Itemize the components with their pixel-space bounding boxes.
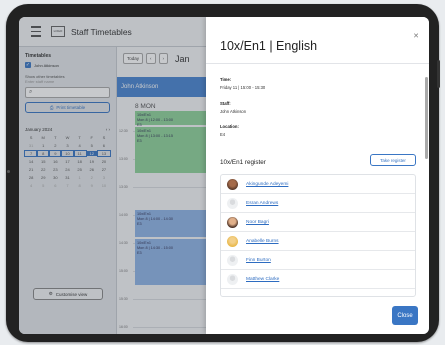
student-name-link[interactable]: Matthew Clarke: [246, 277, 279, 282]
student-row[interactable]: Finn Burton: [221, 251, 415, 270]
close-icon[interactable]: ✕: [413, 32, 419, 40]
screen: LOGO Staff Timetables Timetables ✓ John …: [19, 17, 429, 334]
avatar-placeholder-icon: [227, 197, 238, 209]
camera-dot: [7, 170, 10, 173]
time-value: Friday 11 | 15:00 - 15:30: [220, 85, 266, 90]
student-row[interactable]: Akingunde Adeyemi: [221, 175, 415, 194]
tablet-frame: LOGO Staff Timetables Timetables ✓ John …: [6, 4, 439, 342]
student-name-link[interactable]: Noor Bagri: [246, 220, 269, 225]
student-row[interactable]: Anabelle Burns: [221, 232, 415, 251]
lesson-detail-panel: 10x/En1 | English ✕ Time: Friday 11 | 15…: [206, 17, 429, 334]
scrollbar[interactable]: [425, 77, 428, 159]
time-info: Time: Friday 11 | 15:00 - 15:30: [220, 77, 265, 90]
take-register-button[interactable]: Take register: [370, 154, 416, 166]
time-label: Time:: [220, 77, 232, 82]
student-photo: [227, 235, 238, 247]
avatar-placeholder-icon: [227, 254, 238, 266]
student-name-link[interactable]: Anabelle Burns: [246, 239, 279, 244]
staff-label: Staff:: [220, 101, 231, 106]
close-button[interactable]: Close: [392, 306, 418, 325]
panel-title: 10x/En1 | English: [220, 39, 318, 53]
location-label: Location:: [220, 124, 239, 129]
staff-info: Staff: John Atkinson: [220, 101, 246, 114]
student-name-link[interactable]: Akingunde Adeyemi: [246, 182, 288, 187]
location-info: Location: E4: [220, 124, 239, 137]
avatar-placeholder-icon: [227, 273, 238, 285]
student-photo: [227, 216, 238, 228]
student-name-link[interactable]: Finn Burton: [246, 258, 271, 263]
student-name-link[interactable]: Esran Andrews: [246, 201, 278, 206]
divider: [206, 63, 429, 64]
student-row[interactable]: Esran Andrews: [221, 194, 415, 213]
student-list: Akingunde Adeyemi Esran Andrews Noor Bagri…: [220, 174, 416, 297]
student-photo: [227, 178, 238, 190]
register-title: 10x/En1 register: [220, 159, 266, 166]
side-button: [437, 60, 440, 88]
location-value: E4: [220, 132, 226, 137]
student-row[interactable]: Noor Bagri: [221, 213, 415, 232]
staff-value: John Atkinson: [220, 109, 247, 114]
student-row[interactable]: Matthew Clarke: [221, 270, 415, 289]
